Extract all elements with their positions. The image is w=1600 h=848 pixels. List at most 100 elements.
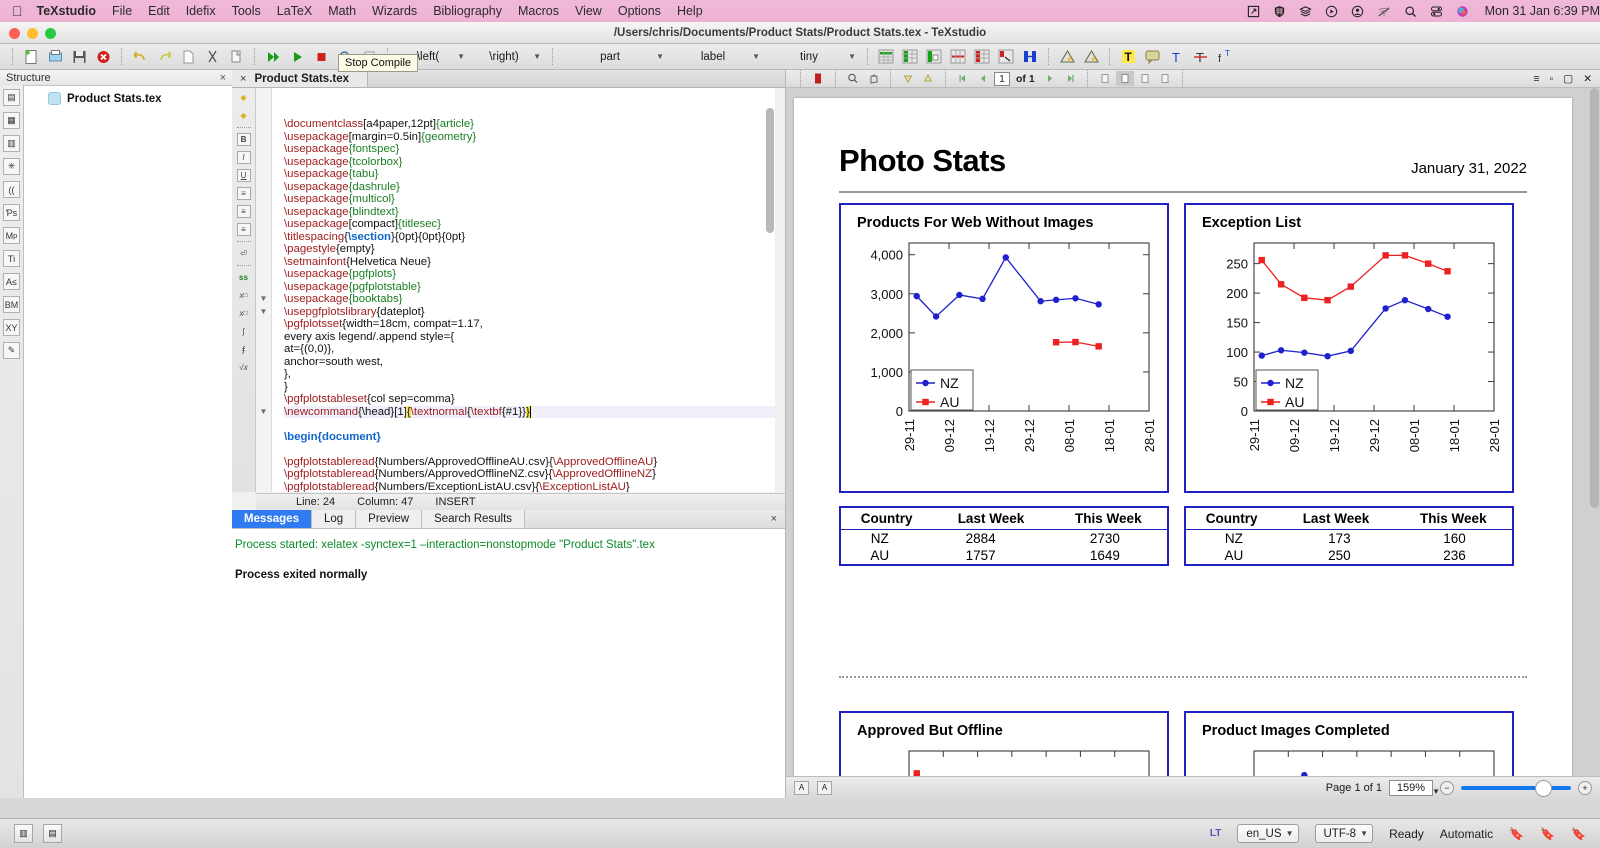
single-page-icon[interactable]: [1136, 71, 1154, 86]
shield-icon[interactable]: [1273, 5, 1286, 18]
build-and-view-icon[interactable]: [261, 47, 285, 67]
code-line[interactable]: anchor=south west,: [284, 356, 775, 369]
arrows-icon[interactable]: A≤: [3, 273, 20, 290]
code-line[interactable]: }: [284, 381, 775, 394]
bookmark-b-icon[interactable]: ◆: [237, 109, 251, 122]
tab-messages[interactable]: Messages: [232, 510, 312, 528]
zoom-in-button[interactable]: +: [1578, 781, 1592, 795]
add-comment-icon[interactable]: [1055, 47, 1079, 67]
subscript-icon[interactable]: x□: [237, 289, 251, 302]
ss-icon[interactable]: ss: [237, 271, 251, 284]
code-line[interactable]: [284, 418, 775, 431]
menu-item-latex[interactable]: LaTeX: [277, 4, 312, 18]
tab-log[interactable]: Log: [312, 510, 356, 528]
code-line[interactable]: \documentclass[a4paper,12pt]{article}: [284, 118, 775, 131]
greek-icon[interactable]: Ƥs: [3, 204, 20, 221]
language-combo[interactable]: en_US▼: [1237, 824, 1298, 843]
menu-clock[interactable]: Mon 31 Jan 6:39 PM: [1485, 4, 1600, 18]
close-messages-icon[interactable]: ×: [771, 513, 777, 525]
bookmark-marker-3[interactable]: 🔖: [1571, 827, 1586, 841]
stop-compile-icon[interactable]: [309, 47, 333, 67]
code-line[interactable]: at={(0,0)},: [284, 343, 775, 356]
align-left-icon[interactable]: ≡: [237, 187, 251, 200]
search-icon[interactable]: [1404, 5, 1417, 18]
insert-table-icon[interactable]: [874, 47, 898, 67]
code-line[interactable]: \usepackage{dashrule}: [284, 181, 775, 194]
code-line[interactable]: \titlespacing{\section}{0pt}{0pt}{0pt}: [284, 231, 775, 244]
menu-item-wizards[interactable]: Wizards: [372, 4, 417, 18]
code-line[interactable]: \usepackage{tabu}: [284, 168, 775, 181]
remove-row-icon[interactable]: [946, 47, 970, 67]
siri-icon[interactable]: [1456, 5, 1469, 18]
paste-icon[interactable]: [224, 47, 248, 67]
code-line[interactable]: \pgfplotstableread{Numbers/ExceptionList…: [284, 481, 775, 493]
close-pdf-icon[interactable]: ✕: [1583, 73, 1592, 85]
fit-width-icon[interactable]: [1096, 71, 1114, 86]
menu-item-help[interactable]: Help: [677, 4, 703, 18]
screen-mirror-icon[interactable]: [1247, 5, 1260, 18]
last-page-icon[interactable]: [1061, 71, 1079, 86]
menu-item-file[interactable]: File: [112, 4, 132, 18]
integral-icon[interactable]: ∫: [237, 325, 251, 338]
page-number-input[interactable]: 1: [994, 72, 1010, 86]
structure-tree[interactable]: Product Stats.tex: [24, 86, 232, 798]
sum-icon[interactable]: ⨎: [237, 343, 251, 356]
code-line[interactable]: \newcommand{\head}[1]{\textnormal{\textb…: [284, 406, 775, 419]
menu-item-options[interactable]: Options: [618, 4, 661, 18]
code-line[interactable]: \pgfplotsset{width=18cm, compat=1.17,: [284, 318, 775, 331]
apple-logo-icon[interactable]: : [12, 4, 23, 18]
close-tab-icon[interactable]: ×: [240, 73, 246, 85]
cut-icon[interactable]: [200, 47, 224, 67]
copy-icon[interactable]: [176, 47, 200, 67]
bookmark-marker-1[interactable]: 🔖: [1509, 827, 1524, 841]
prev-page-icon[interactable]: [974, 71, 992, 86]
fold-marker[interactable]: ▼: [259, 294, 268, 303]
slider-knob[interactable]: [1535, 780, 1552, 797]
minimize-window-button[interactable]: [27, 28, 38, 39]
bold-icon[interactable]: B: [237, 133, 251, 146]
code-line[interactable]: \usepgfplotslibrary{dateplot}: [284, 306, 775, 319]
code-line[interactable]: \pagestyle{empty}: [284, 243, 775, 256]
code-line[interactable]: \pgfplotstableset{col sep=comma}: [284, 393, 775, 406]
code-line[interactable]: [284, 443, 775, 456]
tab-search-results[interactable]: Search Results: [422, 510, 525, 528]
list-view-icon[interactable]: ≡: [1533, 73, 1539, 85]
right-delimiter-combo[interactable]: \right)▼: [470, 47, 546, 66]
compile-icon[interactable]: [285, 47, 309, 67]
label-combo[interactable]: label▼: [669, 47, 765, 66]
text-color-icon[interactable]: T: [1164, 47, 1188, 67]
labels-icon[interactable]: ▥: [3, 135, 20, 152]
magnify-icon[interactable]: [844, 71, 862, 86]
italic-icon[interactable]: I: [237, 151, 251, 164]
font-size-combo[interactable]: tiny▼: [765, 47, 861, 66]
fit-page-icon[interactable]: [1116, 71, 1134, 86]
align-center-icon[interactable]: ≡: [237, 205, 251, 218]
bookmarks-icon[interactable]: ▦: [3, 112, 20, 129]
zoom-out-button[interactable]: −: [1440, 781, 1454, 795]
text-tool-icon[interactable]: A: [794, 781, 809, 795]
editor-scrollbar[interactable]: [766, 108, 774, 233]
menu-item-idefix[interactable]: Idefix: [186, 4, 216, 18]
zoom-slider[interactable]: [1461, 781, 1571, 795]
hand-tool-icon[interactable]: [864, 71, 882, 86]
code-line[interactable]: \setmainfont{Helvetica Neue}: [284, 256, 775, 269]
save-icon[interactable]: [67, 47, 91, 67]
continuous-icon[interactable]: [1156, 71, 1174, 86]
encoding-combo[interactable]: UTF-8▼: [1315, 824, 1374, 843]
structure-view-icon[interactable]: ▤: [3, 89, 20, 106]
code-line[interactable]: every axis legend/.append style={: [284, 331, 775, 344]
close-window-button[interactable]: [9, 28, 20, 39]
code-line[interactable]: },: [284, 368, 775, 381]
editor-fold-gutter[interactable]: ▼ ▼ ▼: [256, 88, 272, 492]
remove-comment-icon[interactable]: [1079, 47, 1103, 67]
sqrt-icon[interactable]: √x: [237, 361, 251, 374]
insert-cell-icon[interactable]: [922, 47, 946, 67]
undo-icon[interactable]: [128, 47, 152, 67]
open-file-icon[interactable]: [43, 47, 67, 67]
next-page-icon[interactable]: [1041, 71, 1059, 86]
symbols-icon[interactable]: ✳: [3, 158, 20, 175]
play-circle-icon[interactable]: [1325, 5, 1338, 18]
speech-bubble-icon[interactable]: [1140, 47, 1164, 67]
tab-preview[interactable]: Preview: [356, 510, 422, 528]
first-page-icon[interactable]: [954, 71, 972, 86]
